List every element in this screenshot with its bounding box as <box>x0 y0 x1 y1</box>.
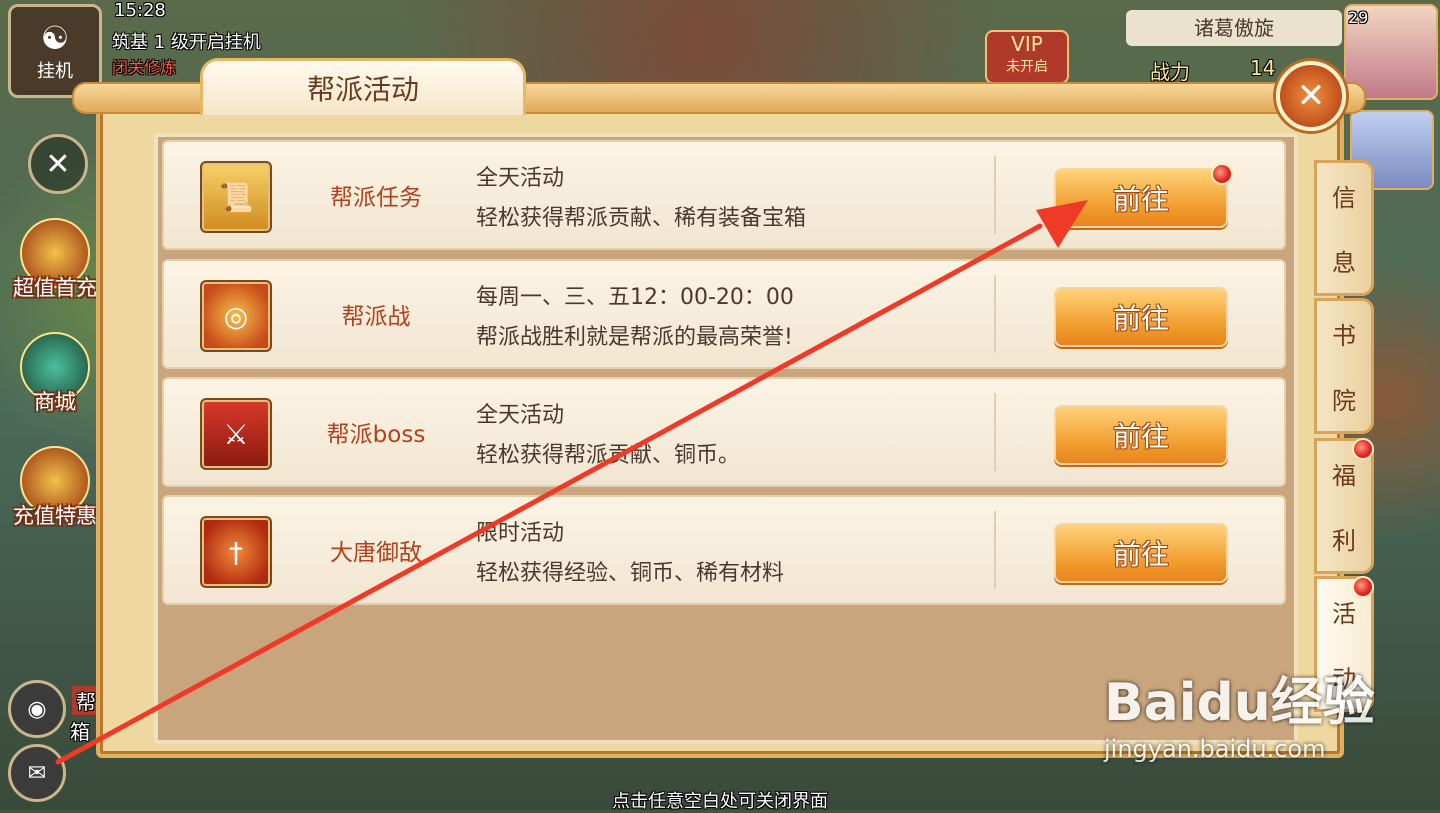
close-hint: 点击任意空白处可关闭界面 <box>612 791 828 812</box>
watermark-url: jingyan.baidu.com <box>1104 735 1326 763</box>
baidu-watermark: Baidu经验 jingyan.baidu.com <box>1104 660 1375 763</box>
watermark-brand: Baidu经验 <box>1104 673 1375 733</box>
